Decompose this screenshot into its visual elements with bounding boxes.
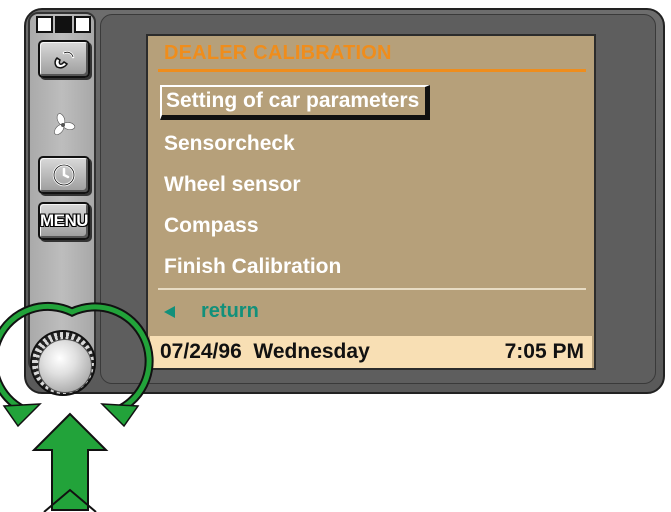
press-arrow-icon xyxy=(31,412,109,512)
hint-arrows xyxy=(0,301,154,512)
navigation-unit: MENU DEALER CALIBRATION Setting of car p… xyxy=(0,0,671,512)
rotate-arrows-icon xyxy=(0,301,154,428)
